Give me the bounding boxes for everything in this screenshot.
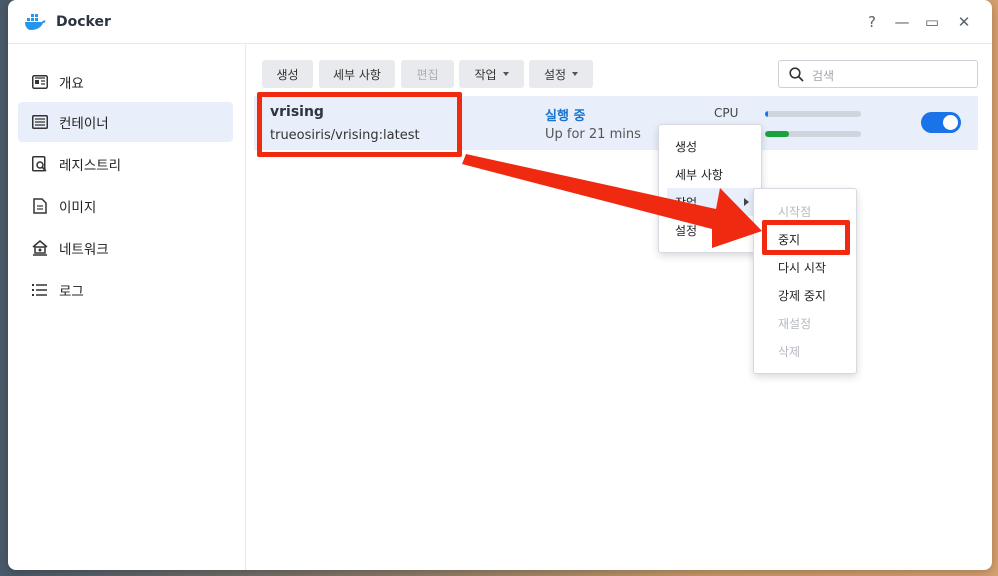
annotation-arrow: [462, 154, 762, 248]
docker-window: Docker ? — ▭ ✕ 개요 컨테이너 레지스트리 이미지 네트워크 로그…: [8, 0, 992, 570]
